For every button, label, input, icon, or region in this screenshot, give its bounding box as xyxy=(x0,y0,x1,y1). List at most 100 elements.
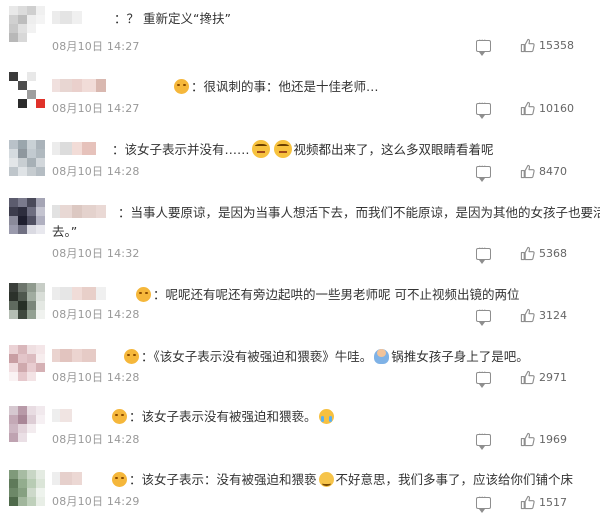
like-button[interactable]: 1969 xyxy=(520,432,567,447)
avatar-pixel xyxy=(18,433,27,442)
like-count: 8470 xyxy=(539,165,567,178)
thumbs-up-icon xyxy=(520,495,535,510)
avatar[interactable] xyxy=(9,140,45,176)
comment-text: ：？ 重新定义“搀扶” xyxy=(114,11,231,26)
like-button[interactable]: 10160 xyxy=(520,101,574,116)
reply-icon[interactable] xyxy=(476,160,491,182)
like-button[interactable]: 2971 xyxy=(520,370,567,385)
avatar-pixel xyxy=(36,488,45,497)
thumbs-up-icon xyxy=(520,101,535,116)
avatar-pixel xyxy=(9,415,18,424)
reply-icon[interactable] xyxy=(476,304,491,326)
avatar-pixel xyxy=(9,99,18,108)
avatar-pixel xyxy=(9,372,18,381)
crying-face-icon xyxy=(318,409,334,424)
speechless-face-icon xyxy=(251,140,270,158)
comment-actions: 5368 xyxy=(476,242,586,264)
avatar-pixel xyxy=(27,158,36,167)
avatar-pixel xyxy=(9,310,18,319)
avatar-pixel xyxy=(18,6,27,15)
comment-text: ：该女子表示并没有…… 视频都出来了，这么多双眼睛看着呢 xyxy=(112,140,494,158)
avatar[interactable] xyxy=(9,72,45,108)
comment-text: ：该女子表示没有被强迫和猥亵。 xyxy=(52,407,590,426)
avatar-pixel xyxy=(9,406,18,415)
avatar-pixel xyxy=(9,433,18,442)
avatar[interactable] xyxy=(9,283,45,319)
reply-icon[interactable] xyxy=(476,428,491,450)
avatar-pixel xyxy=(36,363,45,372)
reply-icon[interactable] xyxy=(476,242,491,264)
avatar-pixel xyxy=(36,406,45,415)
thumbs-up-icon xyxy=(520,432,535,447)
avatar-pixel xyxy=(18,470,27,479)
comment-item: ：？ 重新定义“搀扶” 08月10日 14:27 15358 xyxy=(0,6,600,56)
avatar-pixel xyxy=(9,6,18,15)
like-button[interactable]: 5368 xyxy=(520,246,567,261)
avatar-pixel xyxy=(18,33,27,42)
avatar-pixel xyxy=(9,225,18,234)
avatar-pixel xyxy=(9,292,18,301)
avatar-pixel xyxy=(18,15,27,24)
avatar-pixel xyxy=(9,363,18,372)
reply-icon[interactable] xyxy=(476,34,491,56)
like-button[interactable]: 3124 xyxy=(520,308,567,323)
avatar-pixel xyxy=(27,6,36,15)
avatar-pixel xyxy=(18,72,27,81)
reply-icon[interactable] xyxy=(476,491,491,513)
avatar-pixel xyxy=(18,354,27,363)
avatar-pixel xyxy=(9,15,18,24)
like-button[interactable]: 15358 xyxy=(520,38,574,53)
avatar[interactable] xyxy=(9,406,45,442)
avatar-pixel xyxy=(9,81,18,90)
avatar-pixel xyxy=(18,90,27,99)
avatar-pixel xyxy=(9,488,18,497)
avatar-pixel xyxy=(36,207,45,216)
sad-face-icon xyxy=(112,472,127,487)
avatar-pixel xyxy=(36,72,45,81)
avatar-pixel xyxy=(27,363,36,372)
comment-text: ：该女子表示：没有被强迫和猥亵 不好意思，我们多事了，应该给你们铺个床 xyxy=(52,470,590,489)
comment-time: 08月10日 14:28 xyxy=(52,165,140,178)
avatar-pixel xyxy=(36,372,45,381)
avatar-pixel xyxy=(18,301,27,310)
avatar-pixel xyxy=(36,310,45,319)
avatar-pixel xyxy=(9,140,18,149)
avatar-pixel xyxy=(18,372,27,381)
avatar[interactable] xyxy=(9,470,45,506)
like-count: 5368 xyxy=(539,247,567,260)
like-button[interactable]: 1517 xyxy=(520,495,567,510)
avatar[interactable] xyxy=(9,6,45,42)
avatar-pixel xyxy=(9,345,18,354)
comment-item: ：呢呢还有呢还有旁边起哄的一些男老师呢 可不止视频出镜的两位 08月10日 14… xyxy=(0,283,600,333)
avatar[interactable] xyxy=(9,345,45,381)
avatar-pixel xyxy=(18,363,27,372)
avatar-pixel xyxy=(18,283,27,292)
avatar-pixel xyxy=(9,424,18,433)
like-button[interactable]: 8470 xyxy=(520,164,567,179)
speechless-face-icon xyxy=(273,140,292,158)
avatar-pixel xyxy=(36,90,45,99)
reply-icon[interactable] xyxy=(476,97,491,119)
comment-text: ：呢呢还有呢还有旁边起哄的一些男老师呢 可不止视频出镜的两位 xyxy=(52,285,590,304)
avatar-pixel xyxy=(36,140,45,149)
avatar-pixel xyxy=(36,470,45,479)
avatar-pixel xyxy=(9,149,18,158)
avatar-pixel xyxy=(9,216,18,225)
avatar-pixel xyxy=(27,90,36,99)
avatar[interactable] xyxy=(9,198,45,234)
comment-time: 08月10日 14:29 xyxy=(52,495,140,508)
avatar-pixel xyxy=(27,99,36,108)
avatar-pixel xyxy=(36,415,45,424)
reply-icon[interactable] xyxy=(476,366,491,388)
avatar-pixel xyxy=(27,140,36,149)
avatar-pixel xyxy=(27,310,36,319)
avatar-pixel xyxy=(36,225,45,234)
avatar-pixel xyxy=(36,99,45,108)
avatar-pixel xyxy=(27,283,36,292)
avatar-pixel xyxy=(27,497,36,506)
avatar-pixel xyxy=(27,470,36,479)
avatar-pixel xyxy=(36,81,45,90)
avatar-pixel xyxy=(27,354,36,363)
like-count: 10160 xyxy=(539,102,574,115)
comment-time: 08月10日 14:32 xyxy=(52,247,140,260)
